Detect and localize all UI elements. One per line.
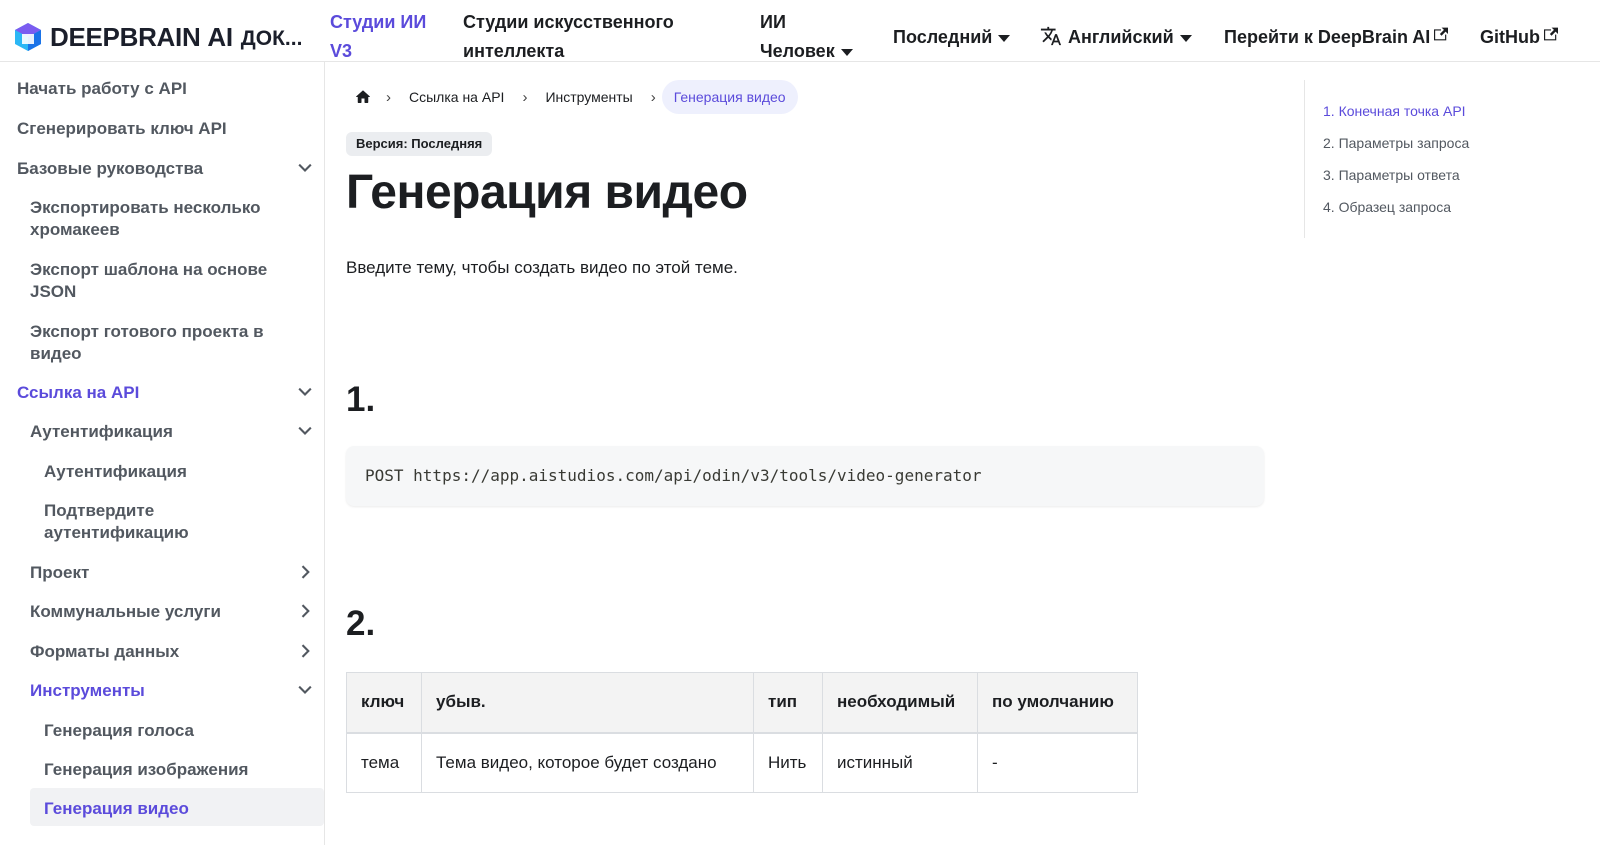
cell-type: Нить [753, 732, 823, 793]
sidebar-item-utilities[interactable]: Коммунальные услуги [30, 601, 221, 623]
external-link-icon [1434, 27, 1449, 41]
sidebar-item-voice-generation[interactable]: Генерация голоса [44, 720, 194, 742]
sidebar-item-authentication-group[interactable]: Аутентификация [30, 421, 173, 443]
column-header-default: по умолчанию [977, 672, 1138, 734]
nav-ai-studios-v3[interactable]: Студии ИИ V3 [330, 8, 426, 66]
cell-required: истинный [822, 732, 978, 793]
sidebar-item-export-chromakeys[interactable]: Экспортировать несколько хромакеев [30, 197, 261, 241]
chevron-right-icon: › [386, 88, 391, 106]
sidebar-item-authentication[interactable]: Аутентификация [44, 461, 187, 483]
toc-item-response-params[interactable]: 3. Параметры ответа [1323, 166, 1460, 184]
sidebar-item-basic-guides[interactable]: Базовые руководства [17, 158, 203, 180]
chevron-down-icon[interactable] [295, 421, 315, 441]
cell-description: Тема видео, которое будет создано [421, 732, 754, 793]
chevron-right-icon[interactable] [295, 601, 315, 621]
sidebar-item-verify-authentication[interactable]: Подтвердите аутентификацию [44, 500, 189, 544]
chevron-right-icon: › [650, 88, 656, 106]
section-heading-1: 1. [346, 380, 376, 419]
nav-ai-studios[interactable]: Студии искусственного интеллекта [463, 8, 674, 66]
toc-item-sample-request[interactable]: 4. Образец запроса [1323, 198, 1451, 216]
column-header-description: убыв. [421, 672, 754, 734]
language-dropdown[interactable]: Английский [1040, 23, 1192, 52]
translate-icon [1040, 26, 1062, 46]
chevron-down-icon[interactable] [295, 382, 315, 402]
sidebar-item-video-generation[interactable]: Генерация видео [30, 788, 324, 826]
caret-down-icon [998, 34, 1011, 42]
github-link[interactable]: GitHub [1480, 23, 1558, 52]
page-title: Генерация видео [346, 166, 748, 219]
chevron-down-icon[interactable] [295, 680, 315, 700]
endpoint-code-block[interactable]: POST https://app.aistudios.com/api/odin/… [346, 446, 1264, 506]
toc-item-request-params[interactable]: 2. Параметры запроса [1323, 134, 1469, 152]
sidebar-item-generate-key[interactable]: Сгенерировать ключ API [17, 118, 227, 140]
sidebar-item-tools[interactable]: Инструменты [30, 680, 145, 702]
section-heading-2: 2. [346, 604, 376, 643]
caret-down-icon [840, 48, 853, 56]
page-description: Введите тему, чтобы создать видео по это… [346, 258, 738, 277]
breadcrumb: › Ссылка на API › Инструменты › Генераци… [346, 80, 798, 114]
top-navbar: DEEPBRAIN AI ДОК... Студии ИИ V3 Студии … [0, 0, 1600, 62]
column-header-key: ключ [346, 672, 422, 734]
chevron-down-icon[interactable] [295, 158, 315, 178]
version-dropdown[interactable]: Последний [893, 23, 1011, 52]
table-of-contents: 1. Конечная точка API 2. Параметры запро… [1304, 80, 1584, 238]
cell-key: тема [346, 732, 422, 793]
docs-sidebar: Начать работу с API Сгенерировать ключ A… [0, 62, 325, 845]
brand-docs-label: ДОК... [240, 26, 303, 50]
breadcrumb-tools[interactable]: Инструменты [533, 80, 644, 114]
column-header-type: тип [753, 672, 823, 734]
table-header-row: ключ убыв. тип необходимый по умолчанию [346, 672, 1138, 734]
home-icon[interactable] [346, 80, 380, 114]
sidebar-item-getting-started[interactable]: Начать работу с API [17, 78, 187, 100]
external-link-icon [1544, 27, 1558, 41]
brand-logo-link[interactable]: DEEPBRAIN AI ДОК... [14, 20, 302, 54]
caret-down-icon [1179, 34, 1192, 42]
request-params-table: ключ убыв. тип необходимый по умолчанию … [346, 672, 1138, 793]
chevron-right-icon[interactable] [295, 641, 315, 661]
nav-ai-human-dropdown[interactable]: ИИ Человек [760, 8, 853, 66]
sidebar-item-export-json-template[interactable]: Экспорт шаблона на основе JSON [30, 259, 267, 303]
table-row: тема Тема видео, которое будет создано Н… [346, 732, 1138, 793]
cell-default: - [977, 732, 1138, 793]
column-header-required: необходимый [822, 672, 978, 734]
sidebar-item-data-formats[interactable]: Форматы данных [30, 641, 179, 663]
sidebar-item-project[interactable]: Проект [30, 562, 89, 584]
toc-item-api-endpoint[interactable]: 1. Конечная точка API [1323, 102, 1466, 120]
goto-deepbrain-link[interactable]: Перейти к DeepBrain AI [1224, 23, 1449, 52]
chevron-right-icon[interactable] [295, 562, 315, 582]
brand-name: DEEPBRAIN AI [50, 21, 233, 52]
breadcrumb-api-reference[interactable]: Ссылка на API [397, 80, 516, 114]
version-badge: Версия: Последняя [346, 132, 493, 156]
chevron-right-icon: › [522, 88, 528, 106]
deepbrain-logo-icon [15, 23, 41, 51]
sidebar-item-export-project-video[interactable]: Экспорт готового проекта в видео [30, 321, 264, 365]
breadcrumb-current-page: Генерация видео [661, 80, 798, 114]
sidebar-item-api-reference[interactable]: Ссылка на API [17, 382, 139, 404]
sidebar-item-image-generation[interactable]: Генерация изображения [44, 759, 248, 781]
